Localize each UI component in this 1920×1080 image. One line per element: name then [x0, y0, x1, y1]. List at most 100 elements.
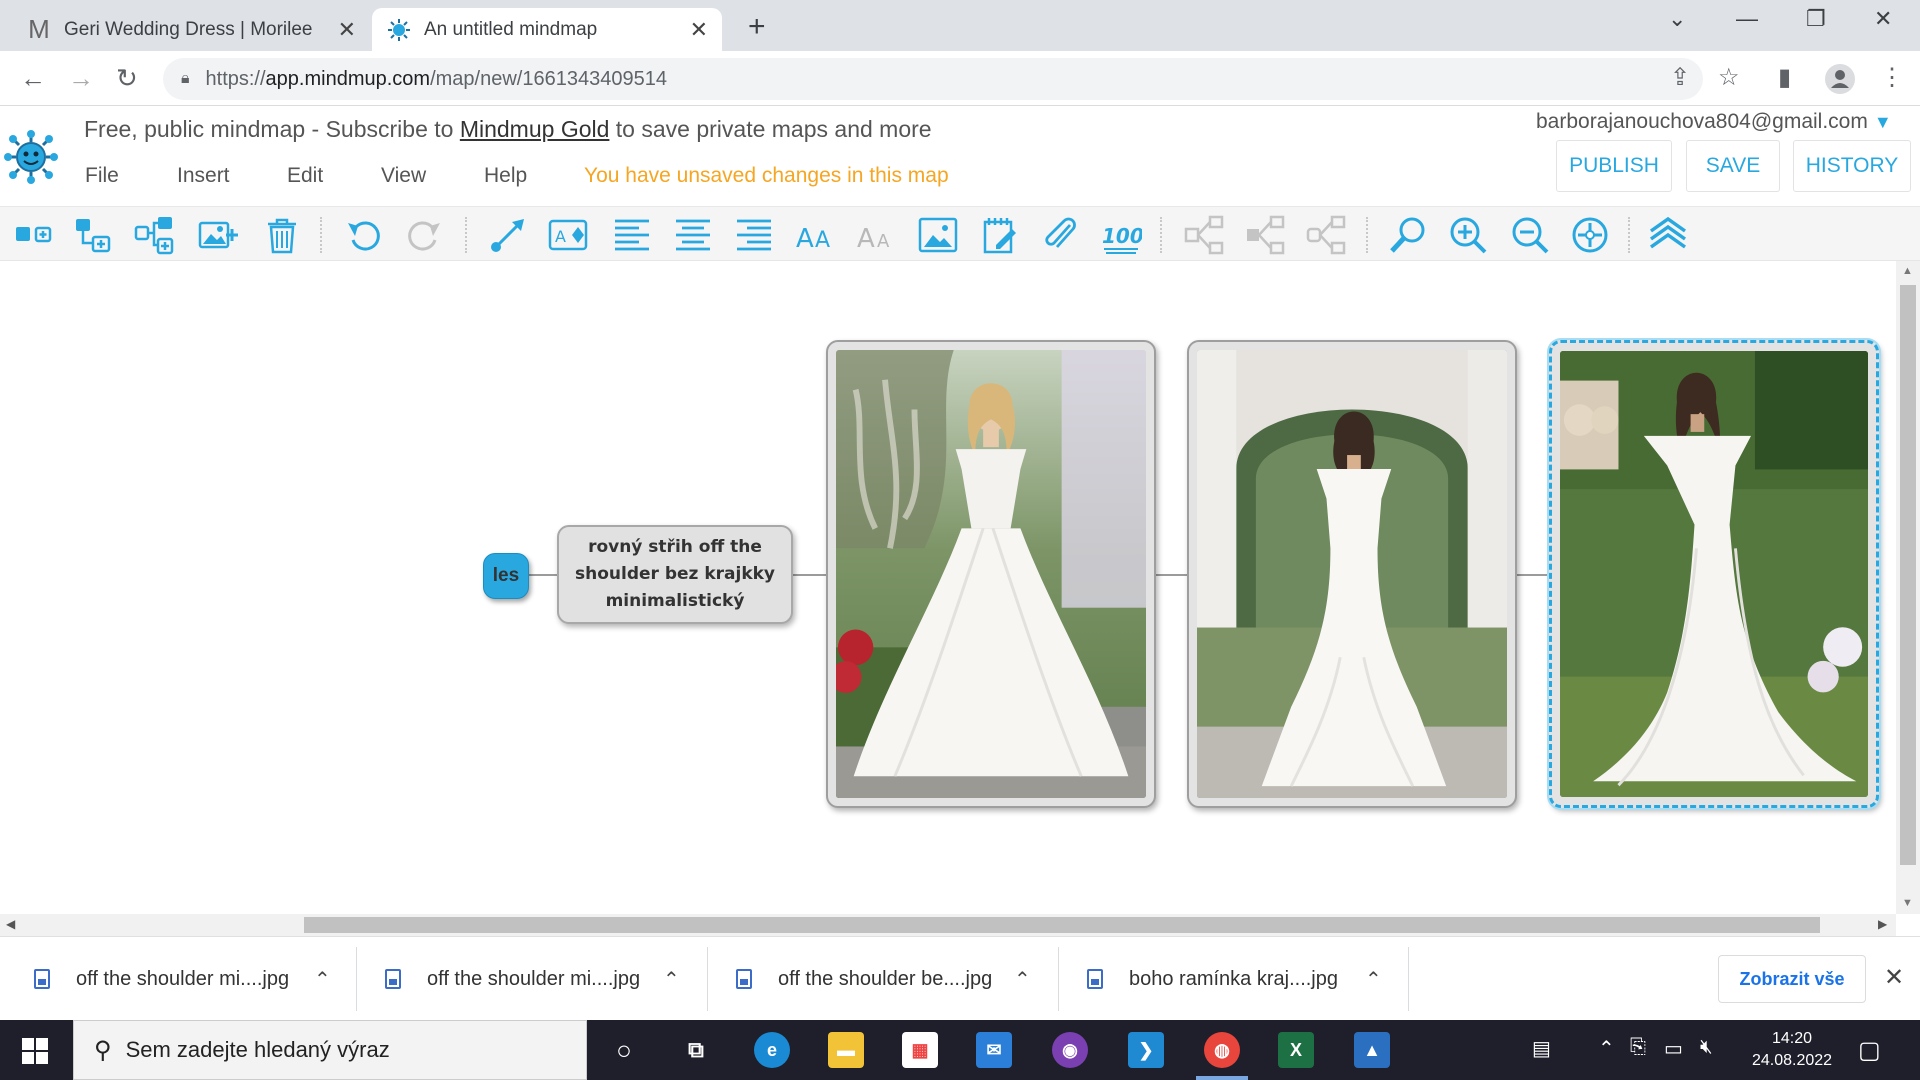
- align-right-icon[interactable]: [734, 215, 774, 255]
- align-center-icon[interactable]: [673, 215, 713, 255]
- taskbar-search-box[interactable]: ⚲ Sem zadejte hledaný výraz: [73, 1020, 587, 1080]
- windows-start-icon[interactable]: [22, 1038, 48, 1064]
- scroll-down-icon[interactable]: ▼: [1902, 897, 1913, 909]
- photos-icon[interactable]: ▲: [1354, 1032, 1390, 1068]
- align-left-icon[interactable]: [612, 215, 652, 255]
- tab-morilee[interactable]: M Geri Wedding Dress | Morilee ✕: [12, 8, 370, 51]
- gold-promo-tagline: Free, public mindmap - Subscribe to Mind…: [84, 116, 932, 143]
- side-panel-icon[interactable]: ▮: [1778, 63, 1791, 92]
- notifications-icon[interactable]: ▢: [1858, 1036, 1881, 1065]
- task-view-icon[interactable]: ⧉: [678, 1032, 714, 1068]
- scroll-up-icon[interactable]: ▲: [1902, 265, 1913, 277]
- close-tab-icon[interactable]: ✕: [338, 17, 356, 43]
- close-shelf-icon[interactable]: ✕: [1884, 963, 1904, 992]
- menu-view[interactable]: View: [381, 164, 426, 188]
- battery-icon[interactable]: ▭: [1664, 1036, 1683, 1061]
- save-button[interactable]: SAVE: [1686, 140, 1780, 192]
- tab-mindmap[interactable]: An untitled mindmap ✕: [372, 8, 722, 51]
- bookmark-star-icon[interactable]: ☆: [1718, 63, 1740, 92]
- scroll-left-icon[interactable]: ◀: [6, 917, 15, 931]
- microsoft-store-icon[interactable]: ▦: [902, 1032, 938, 1068]
- taskbar-clock[interactable]: 14:20 24.08.2022: [1742, 1028, 1842, 1072]
- hide-toolbar-icon[interactable]: [1648, 215, 1688, 255]
- mail-icon[interactable]: ✉: [976, 1032, 1012, 1068]
- redo-icon[interactable]: [404, 215, 444, 255]
- connector-arrow-icon[interactable]: [488, 215, 528, 255]
- collapse-icon[interactable]: [1184, 215, 1224, 255]
- chevron-up-icon[interactable]: ⌃: [314, 967, 331, 992]
- node-style-icon[interactable]: A: [548, 215, 588, 255]
- volume-muted-icon[interactable]: 🔇︎: [1700, 1036, 1713, 1059]
- history-button[interactable]: HISTORY: [1793, 140, 1911, 192]
- image-node-mermaid-arch[interactable]: [1187, 340, 1517, 808]
- scrollbar-thumb[interactable]: [304, 917, 1820, 933]
- excel-icon[interactable]: X: [1278, 1032, 1314, 1068]
- decrease-font-icon[interactable]: AA: [857, 215, 897, 255]
- toggle-collapse-icon[interactable]: [1306, 215, 1346, 255]
- show-hidden-icons-icon[interactable]: ⌃: [1598, 1036, 1615, 1061]
- download-item[interactable]: boho ramínka kraj....jpg ⌃: [1087, 937, 1407, 1021]
- chevron-up-icon[interactable]: ⌃: [1365, 967, 1382, 992]
- add-image-icon[interactable]: [198, 215, 238, 255]
- profile-avatar-icon[interactable]: [1824, 63, 1856, 102]
- add-parent-icon[interactable]: [134, 215, 174, 255]
- vscode-icon[interactable]: ❯: [1128, 1032, 1164, 1068]
- scrollbar-thumb[interactable]: [1900, 285, 1916, 865]
- menu-insert[interactable]: Insert: [177, 164, 230, 188]
- close-window-button[interactable]: ✕: [1874, 6, 1892, 32]
- mindmup-gold-link[interactable]: Mindmup Gold: [460, 116, 610, 142]
- tab-search-icon[interactable]: ⌄: [1668, 6, 1686, 32]
- image-node-ballgown[interactable]: [826, 340, 1156, 808]
- root-node[interactable]: les: [483, 553, 529, 599]
- edge-icon[interactable]: e: [754, 1032, 790, 1068]
- horizontal-scrollbar[interactable]: ◀ ▶: [0, 914, 1896, 936]
- add-sibling-icon[interactable]: [74, 215, 114, 255]
- download-item[interactable]: off the shoulder mi....jpg ⌃: [34, 937, 354, 1021]
- increase-font-icon[interactable]: AA: [796, 215, 836, 255]
- image-node-mermaid-garden[interactable]: [1549, 340, 1879, 808]
- undo-icon[interactable]: [344, 215, 384, 255]
- background-image-icon[interactable]: [918, 215, 958, 255]
- share-icon[interactable]: ⇪: [1670, 63, 1690, 92]
- delete-trash-icon[interactable]: [262, 215, 302, 255]
- browser-menu-icon[interactable]: ⋮: [1880, 63, 1904, 92]
- svg-text:100: 100: [1102, 224, 1142, 248]
- reset-view-icon[interactable]: [1570, 215, 1610, 255]
- menu-help[interactable]: Help: [484, 164, 527, 188]
- note-icon[interactable]: [980, 215, 1020, 255]
- menu-file[interactable]: File: [85, 164, 119, 188]
- scroll-right-icon[interactable]: ▶: [1878, 917, 1887, 931]
- minimize-button[interactable]: —: [1736, 6, 1758, 32]
- add-child-icon[interactable]: [14, 215, 54, 255]
- download-item[interactable]: off the shoulder be....jpg ⌃: [736, 937, 1056, 1021]
- new-tab-button[interactable]: +: [748, 10, 766, 44]
- vertical-scrollbar[interactable]: ▲ ▼: [1896, 261, 1920, 914]
- account-menu[interactable]: barborajanouchova804@gmail.com ▼: [1536, 110, 1892, 134]
- reload-icon[interactable]: ↻: [116, 63, 138, 94]
- restore-button[interactable]: ❐: [1806, 6, 1826, 32]
- github-desktop-icon[interactable]: ◉: [1052, 1032, 1088, 1068]
- attachment-link-icon[interactable]: [1040, 215, 1080, 255]
- address-bar[interactable]: 🔒︎ https://app.mindmup.com/map/new/16613…: [163, 58, 1703, 100]
- publish-button[interactable]: PUBLISH: [1556, 140, 1672, 192]
- zoom-out-icon[interactable]: [1510, 215, 1550, 255]
- file-explorer-icon[interactable]: ▬: [828, 1032, 864, 1068]
- meet-now-icon[interactable]: ⎘: [1630, 1036, 1646, 1059]
- chevron-up-icon[interactable]: ⌃: [1014, 967, 1031, 992]
- child-text-node[interactable]: rovný střih off the shoulder bez krajkky…: [557, 525, 793, 624]
- chevron-up-icon[interactable]: ⌃: [663, 967, 680, 992]
- download-item[interactable]: off the shoulder mi....jpg ⌃: [385, 937, 705, 1021]
- show-all-downloads-button[interactable]: Zobrazit vše: [1718, 955, 1866, 1003]
- mindmup-logo-icon[interactable]: [4, 130, 58, 184]
- expand-icon[interactable]: [1245, 215, 1285, 255]
- find-search-icon[interactable]: [1388, 215, 1428, 255]
- cortana-icon[interactable]: ○: [606, 1032, 642, 1068]
- zoom-in-icon[interactable]: [1448, 215, 1488, 255]
- back-icon[interactable]: ←: [20, 63, 46, 94]
- measures-100-icon[interactable]: 100: [1102, 215, 1144, 255]
- forward-icon[interactable]: →: [68, 63, 94, 94]
- menu-edit[interactable]: Edit: [287, 164, 323, 188]
- chrome-icon[interactable]: ◍: [1204, 1032, 1240, 1068]
- news-widget-icon[interactable]: ▤: [1532, 1036, 1551, 1061]
- close-tab-icon[interactable]: ✕: [690, 17, 708, 43]
